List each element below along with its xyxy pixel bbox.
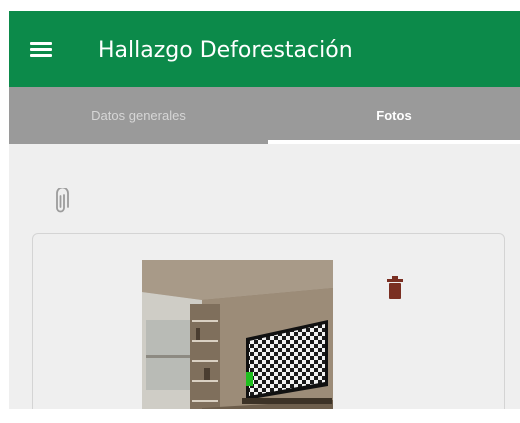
app-bar: Hallazgo Deforestación [9,11,520,87]
tab-datos-generales[interactable]: Datos generales [9,87,268,144]
trash-icon[interactable] [386,276,404,300]
bottom-edge [0,409,520,423]
app-window: Hallazgo Deforestación Datos generales F… [9,11,520,409]
tab-indicator [268,140,520,144]
page-title: Hallazgo Deforestación [98,38,353,63]
paperclip-icon[interactable] [52,186,70,216]
photo-card [32,233,505,409]
tab-bar: Datos generales Fotos [9,87,520,144]
photo-thumbnail[interactable] [142,260,333,409]
tab-fotos[interactable]: Fotos [268,87,520,144]
menu-icon[interactable] [30,42,52,58]
